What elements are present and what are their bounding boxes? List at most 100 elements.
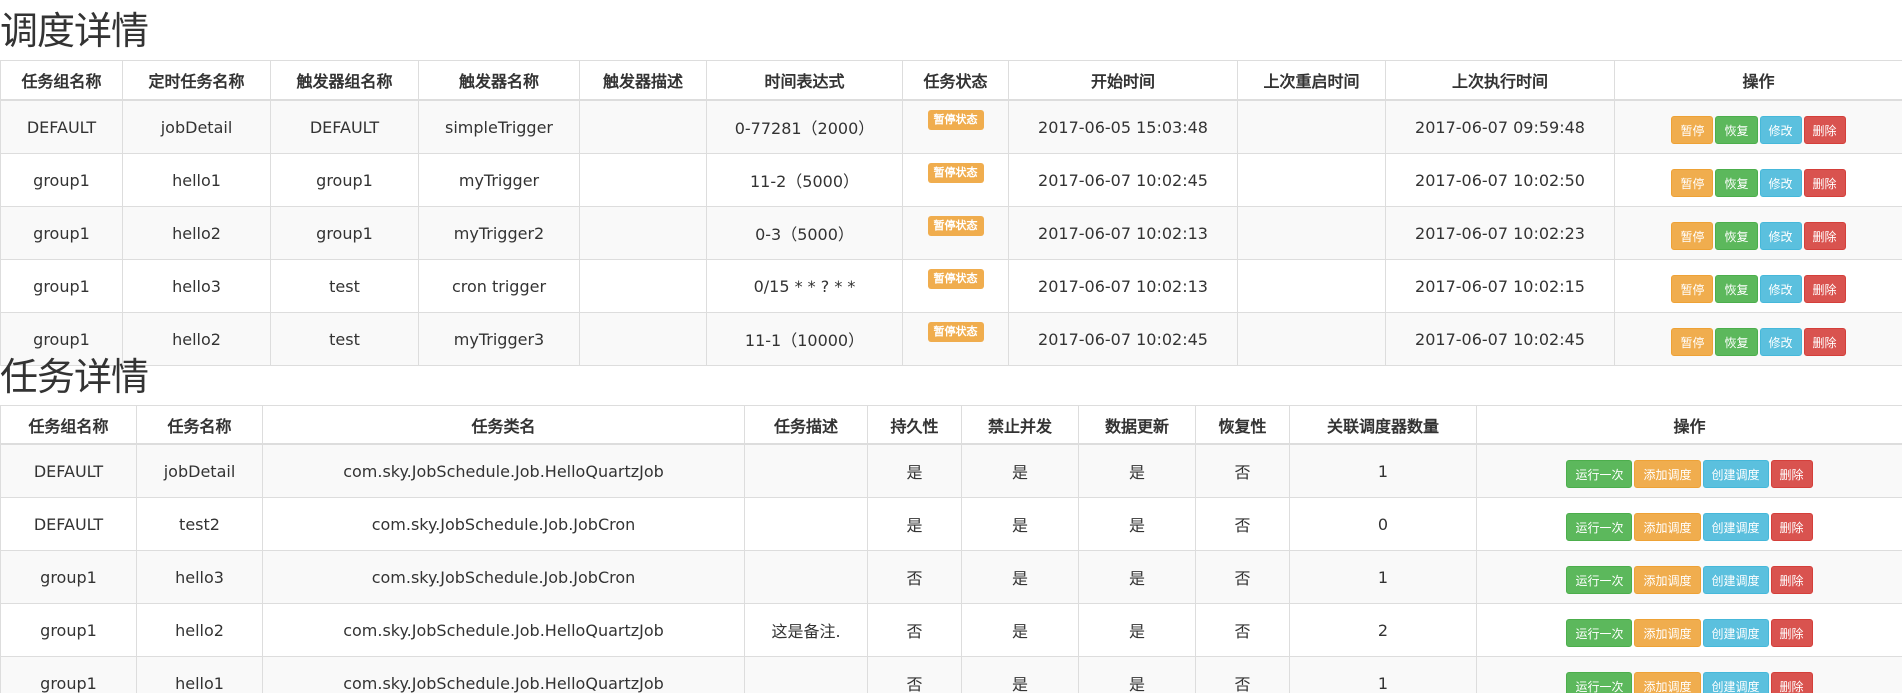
expression-cell: 0/15 * * ? * * — [706, 259, 903, 313]
add-schedule-button[interactable]: 添加调度 — [1634, 460, 1701, 488]
add-schedule-button[interactable]: 添加调度 — [1634, 513, 1701, 541]
col-header: 上次重启时间 — [1237, 60, 1386, 101]
trigger-desc-cell — [579, 99, 707, 154]
modify-button[interactable]: 修改 — [1759, 328, 1802, 356]
modify-button[interactable]: 修改 — [1759, 169, 1802, 197]
jobs-header-row: 任务组名称 任务名称 任务类名 任务描述 持久性 禁止并发 数据更新 恢复性 关… — [0, 405, 1902, 445]
data-update-cell: 是 — [1078, 656, 1196, 693]
job-name-cell: hello1 — [122, 153, 271, 207]
start-time-cell: 2017-06-07 10:02:13 — [1008, 259, 1238, 313]
col-header: 任务组名称 — [0, 60, 123, 101]
delete-button[interactable]: 删除 — [1770, 672, 1813, 693]
scheduler-count-cell: 1 — [1289, 550, 1477, 604]
no-concurrent-cell: 是 — [961, 550, 1079, 604]
scheduler-count-cell: 1 — [1289, 656, 1477, 693]
durable-cell: 是 — [867, 443, 962, 498]
actions-cell: 运行一次 添加调度 创建调度 删除 — [1476, 550, 1902, 604]
run-once-button[interactable]: 运行一次 — [1566, 513, 1633, 541]
job-name-cell: hello3 — [136, 550, 263, 604]
modify-button[interactable]: 修改 — [1759, 116, 1802, 144]
add-schedule-button[interactable]: 添加调度 — [1634, 566, 1701, 594]
table-row: group1 hello3 com.sky.JobSchedule.Job.JobC… — [0, 550, 1902, 604]
last-exec-cell: 2017-06-07 09:59:48 — [1385, 99, 1615, 154]
class-name-cell: com.sky.JobSchedule.Job.HelloQuartzJob — [262, 603, 745, 657]
job-name-cell: jobDetail — [136, 443, 263, 498]
durable-cell: 否 — [867, 550, 962, 604]
modify-button[interactable]: 修改 — [1759, 222, 1802, 250]
pause-button[interactable]: 暂停 — [1671, 222, 1714, 250]
create-schedule-button[interactable]: 创建调度 — [1702, 672, 1769, 693]
pause-button[interactable]: 暂停 — [1671, 116, 1714, 144]
resume-button[interactable]: 恢复 — [1715, 328, 1758, 356]
pause-button[interactable]: 暂停 — [1671, 169, 1714, 197]
class-name-cell: com.sky.JobSchedule.Job.HelloQuartzJob — [262, 656, 745, 693]
delete-button[interactable]: 删除 — [1770, 619, 1813, 647]
run-once-button[interactable]: 运行一次 — [1566, 619, 1633, 647]
table-row: DEFAULT test2 com.sky.JobSchedule.Job.JobC… — [0, 497, 1902, 551]
resume-button[interactable]: 恢复 — [1715, 222, 1758, 250]
table-row: group1 hello3 test cron trigger 0/15 * * ? *… — [0, 259, 1902, 313]
trigger-name-cell: cron trigger — [418, 259, 580, 313]
actions-cell: 运行一次 添加调度 创建调度 删除 — [1476, 603, 1902, 657]
delete-button[interactable]: 删除 — [1803, 222, 1846, 250]
resume-button[interactable]: 恢复 — [1715, 169, 1758, 197]
expression-cell: 0-3（5000） — [706, 206, 903, 260]
durable-cell: 否 — [867, 656, 962, 693]
last-restart-cell — [1237, 99, 1386, 154]
pause-button[interactable]: 暂停 — [1671, 275, 1714, 303]
create-schedule-button[interactable]: 创建调度 — [1702, 513, 1769, 541]
col-header: 任务状态 — [902, 60, 1009, 101]
resume-button[interactable]: 恢复 — [1715, 116, 1758, 144]
run-once-button[interactable]: 运行一次 — [1566, 566, 1633, 594]
table-row: group1 hello2 test myTrigger3 11-1（10000） 暂停状… — [0, 312, 1902, 366]
modify-button[interactable]: 修改 — [1759, 275, 1802, 303]
recovery-cell: 否 — [1195, 656, 1290, 693]
actions-cell: 暂停 恢复 修改 删除 — [1614, 206, 1902, 260]
add-schedule-button[interactable]: 添加调度 — [1634, 619, 1701, 647]
class-name-cell: com.sky.JobSchedule.Job.HelloQuartzJob — [262, 443, 745, 498]
col-header: 操作 — [1614, 60, 1902, 101]
delete-button[interactable]: 删除 — [1770, 566, 1813, 594]
table-row: group1 hello1 group1 myTrigger 11-2（5000） 暂停状… — [0, 153, 1902, 207]
table-row: DEFAULT jobDetail com.sky.JobSchedule.Job.… — [0, 443, 1902, 498]
status-badge: 暂停状态 — [927, 163, 984, 183]
create-schedule-button[interactable]: 创建调度 — [1702, 619, 1769, 647]
create-schedule-button[interactable]: 创建调度 — [1702, 566, 1769, 594]
delete-button[interactable]: 删除 — [1803, 328, 1846, 356]
pause-button[interactable]: 暂停 — [1671, 328, 1714, 356]
delete-button[interactable]: 删除 — [1803, 275, 1846, 303]
run-once-button[interactable]: 运行一次 — [1566, 672, 1633, 693]
recovery-cell: 否 — [1195, 603, 1290, 657]
trigger-name-cell: myTrigger2 — [418, 206, 580, 260]
job-desc-cell — [744, 497, 868, 551]
status-cell: 暂停状态 — [902, 312, 1009, 366]
job-group-cell: group1 — [0, 603, 137, 657]
delete-button[interactable]: 删除 — [1770, 460, 1813, 488]
col-header: 操作 — [1476, 405, 1902, 445]
job-name-cell: hello2 — [122, 206, 271, 260]
schedule-table-body: DEFAULT jobDetail DEFAULT simpleTrigger 0-77… — [0, 99, 1902, 366]
last-restart-cell — [1237, 259, 1386, 313]
no-concurrent-cell: 是 — [961, 497, 1079, 551]
col-header: 关联调度器数量 — [1289, 405, 1477, 445]
trigger-desc-cell — [579, 153, 707, 207]
delete-button[interactable]: 删除 — [1803, 116, 1846, 144]
page: 调度详情 任务组名称 定时任务名称 触发器组名称 触发器名称 触发器描述 时间表… — [0, 0, 1902, 693]
add-schedule-button[interactable]: 添加调度 — [1634, 672, 1701, 693]
delete-button[interactable]: 删除 — [1770, 513, 1813, 541]
job-desc-cell — [744, 443, 868, 498]
last-restart-cell — [1237, 153, 1386, 207]
expression-cell: 11-2（5000） — [706, 153, 903, 207]
jobs-section-title: 任务详情 — [0, 355, 149, 399]
col-header: 持久性 — [867, 405, 962, 445]
recovery-cell: 否 — [1195, 443, 1290, 498]
delete-button[interactable]: 删除 — [1803, 169, 1846, 197]
resume-button[interactable]: 恢复 — [1715, 275, 1758, 303]
create-schedule-button[interactable]: 创建调度 — [1702, 460, 1769, 488]
col-header: 恢复性 — [1195, 405, 1290, 445]
col-header: 触发器描述 — [579, 60, 707, 101]
data-update-cell: 是 — [1078, 497, 1196, 551]
schedule-table: 任务组名称 定时任务名称 触发器组名称 触发器名称 触发器描述 时间表达式 任务… — [0, 60, 1902, 366]
col-header: 触发器组名称 — [270, 60, 419, 101]
run-once-button[interactable]: 运行一次 — [1566, 460, 1633, 488]
